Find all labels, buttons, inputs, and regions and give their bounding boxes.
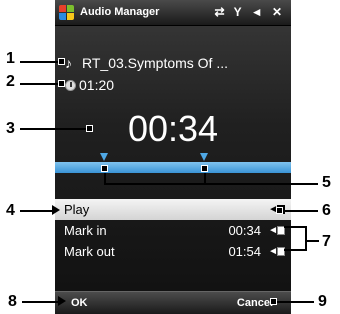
- callout-3: 3: [6, 120, 15, 137]
- callout-line-9: [272, 301, 314, 303]
- callout-8: 8: [8, 293, 17, 310]
- clock-icon: [65, 80, 76, 91]
- callout-line-4: [20, 210, 54, 212]
- callout-line-7b: [284, 249, 306, 251]
- callout-line-3: [20, 128, 88, 130]
- mark-out-marker-icon[interactable]: [200, 153, 208, 161]
- ok-softkey[interactable]: OK: [71, 297, 88, 309]
- callout-2: 2: [6, 73, 15, 90]
- menu-item-label: Mark in: [64, 223, 107, 238]
- menu-item-mark-out[interactable]: Mark out 01:54 ◄: [55, 241, 291, 262]
- menu-item-label: Mark out: [64, 244, 115, 259]
- menu-item-play[interactable]: Play ◄: [55, 199, 291, 220]
- callout-dot-5a: [101, 165, 108, 172]
- mark-in-value: 00:34: [228, 223, 261, 238]
- duration-row: 01:20: [65, 77, 114, 93]
- callout-line-8: [22, 301, 60, 303]
- callout-arrow-4: [52, 205, 60, 215]
- options-menu: Play ◄ Mark in 00:34 ◄ Mark out 01:54 ◄: [55, 199, 291, 262]
- callout-dot-6: [276, 207, 283, 214]
- track-name-row: ♪ RT_03.Symptoms Of ...: [65, 55, 228, 71]
- status-icons[interactable]: ⇄ Y ◄ ✕: [214, 5, 285, 19]
- callout-9: 9: [318, 293, 327, 310]
- cancel-softkey[interactable]: Cancel: [237, 297, 273, 309]
- callout-5: 5: [322, 174, 331, 191]
- menu-item-mark-in[interactable]: Mark in 00:34 ◄: [55, 220, 291, 241]
- softkey-bar: OK Cancel: [55, 291, 291, 314]
- callout-line-5: [104, 183, 318, 185]
- callout-6: 6: [322, 202, 331, 219]
- callout-7: 7: [322, 233, 331, 250]
- callout-dot-3: [86, 125, 93, 132]
- mark-in-marker-icon[interactable]: [100, 153, 108, 161]
- callout-dot-2: [58, 80, 65, 87]
- callout-1: 1: [6, 50, 15, 67]
- track-name: RT_03.Symptoms Of ...: [82, 55, 229, 71]
- callout-line-1: [20, 61, 60, 63]
- start-menu-icon[interactable]: [59, 5, 75, 21]
- callout-line-6: [278, 210, 318, 212]
- callout-vline-7: [305, 226, 307, 251]
- callout-line-2: [20, 83, 60, 85]
- menu-item-label: Play: [64, 202, 90, 217]
- callout-arrow-8: [58, 296, 66, 306]
- callout-dot-9: [270, 298, 277, 305]
- track-duration: 01:20: [79, 77, 115, 93]
- callout-4: 4: [6, 202, 15, 219]
- mark-out-value: 01:54: [228, 244, 261, 259]
- app-title: Audio Manager: [80, 6, 160, 18]
- callout-line-7c: [305, 240, 319, 242]
- phone-screen: Audio Manager ⇄ Y ◄ ✕ ♪ RT_03.Symptoms Of…: [55, 0, 291, 314]
- callout-line-7a: [284, 226, 306, 228]
- title-bar: Audio Manager ⇄ Y ◄ ✕: [55, 0, 291, 26]
- music-note-icon: ♪: [65, 55, 72, 71]
- callout-dot-1: [58, 58, 65, 65]
- callout-dot-5b: [201, 165, 208, 172]
- progress-bar[interactable]: [55, 162, 291, 173]
